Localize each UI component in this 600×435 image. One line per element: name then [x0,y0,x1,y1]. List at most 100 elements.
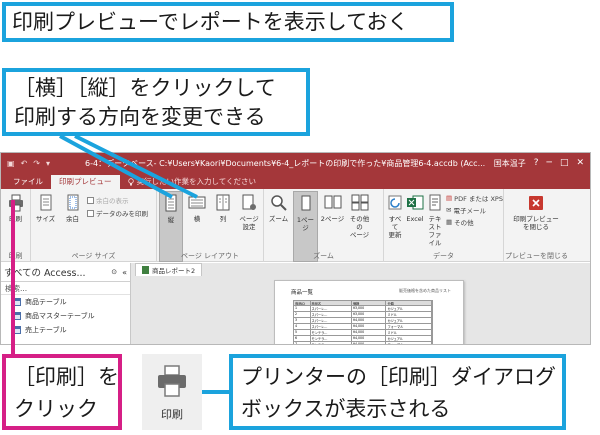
print-callout-line2: クリック [14,397,98,421]
ribbon-tabs: ファイル 印刷プレビュー 実行したい作業を入力してください [1,173,590,189]
nav-item-product-master[interactable]: 商品マスターテーブル [1,309,130,323]
report-cell: スパーレ... [311,318,352,323]
close-preview-group: 印刷プレビュー を閉じる プレビューを閉じる [504,189,569,262]
page-size-group: サイズ 余白 余白の表示 データのみを印刷 ページ サイズ [31,189,157,262]
landscape-icon [188,196,206,209]
refresh-label-2: 更新 [388,231,402,239]
print-callout: ［印刷］を クリック [2,354,122,430]
report-subtitle: 販売価格を含めた商品リスト [399,288,451,293]
report-cell: 3 [294,318,311,323]
report-cell: 1 [294,306,311,311]
report-cell: スパーレ... [311,312,352,317]
show-margin-checkbox[interactable] [87,196,94,204]
tell-me-text: 実行したい作業を入力してください [136,177,257,186]
report-cell: ミドル [386,312,432,317]
size-label: サイズ [35,215,56,223]
report-cell: ¥4,000 [352,330,387,335]
pdf-xps-option[interactable]: ▤ PDF または XPS [446,193,503,203]
help-icon[interactable]: ? [534,158,539,168]
close-preview-group-label: プレビューを閉じる [505,252,568,260]
report-cell: モンテラ... [311,336,352,341]
report-cell: ¥3,000 [352,312,387,317]
maximize-icon[interactable]: □ [560,158,569,168]
undo-icon[interactable]: ↶ [21,159,28,168]
report-cell: ミドル [386,330,432,335]
dropdown-icon[interactable]: ⊙ [109,268,119,276]
report-cell: モンテラ... [311,342,352,344]
report-cell: ¥4,000 [352,324,387,329]
show-margin-option[interactable]: 余白の表示 [87,195,148,205]
zoom-group: ズーム 1ページ 2ページ その他の ページ ズーム [264,189,384,262]
report-cell: ¥4,000 [352,336,387,341]
data-group: すべて 更新 Excel テキスト ファイル ▤ PDF または XPS ✉ 電子メ… [384,189,504,262]
zoom-group-label: ズーム [313,252,334,260]
margins-icon [67,194,78,211]
print-group: 印刷 印刷 [1,189,31,262]
orientation-callout-line1: ［横］［縦］をクリックして [14,76,276,100]
nav-search-input[interactable]: 検索... [1,282,130,295]
document-tab[interactable]: 商品レポート2 [135,263,203,276]
report-cell: スパーレ... [311,324,352,329]
nav-item-sales[interactable]: 売上テーブル [1,323,130,337]
page-setup-label-1: ページ [239,215,259,223]
minimize-icon[interactable]: ─ [547,158,552,168]
two-page-label: 2ページ [320,215,345,223]
text-file-label-2: ファイル [428,231,442,247]
zoom-label: ズーム [268,215,289,223]
report-cell: カジュアル [386,318,432,323]
navigation-pane: すべての Access... ⊙ « 検索... 商品テーブル 商品マスターテー… [1,263,131,344]
user-name[interactable]: 国本温子 [486,158,534,169]
portrait-icon [165,194,177,212]
page-setup-label-2: 設定 [242,223,256,231]
show-margin-label: 余白の表示 [96,197,129,205]
nav-header[interactable]: すべての Access... ⊙ « [1,263,130,282]
data-only-option[interactable]: データのみを印刷 [87,208,148,218]
email-option[interactable]: ✉ 電子メール [446,205,503,215]
report-cell: ¥4,000 [352,342,387,344]
title-bar: ▣ ↶ ↷ ▾ 6-4：データベース- C:¥Users¥Kaori¥Docum… [1,153,590,173]
dialog-callout: プリンターの［印刷］ダイアログ ボックスが表示される [229,354,566,430]
orientation-callout: ［横］［縦］をクリックして 印刷する方向を変更できる [2,68,310,136]
pdf-icon: ▤ [446,194,453,202]
nav-item-products[interactable]: 商品テーブル [1,295,130,309]
instruction-callout: 印刷プレビューでレポートを表示しておく [2,2,454,42]
excel-label: Excel [406,215,424,223]
close-icon[interactable]: ✕ [576,158,584,168]
window-controls: ? ─ □ ✕ [534,158,590,168]
report-cell: 6 [294,336,311,341]
columns-label: 列 [219,215,227,223]
more-pages-label-1: その他の [349,215,370,231]
print-callout-line1: ［印刷］を [14,365,119,389]
report-table: 商品ID 商品名 価格 分類 1 スパーレ... ¥3,000 カジュアル 2 スパーレ... ¥3… [293,300,433,344]
tab-print-preview[interactable]: 印刷プレビュー [51,175,120,189]
save-icon[interactable]: ▣ [7,159,15,168]
collapse-icon[interactable]: « [119,268,130,277]
tell-me-box[interactable]: 実行したい作業を入力してください [120,174,265,189]
dialog-callout-line2: ボックスが表示される [241,397,451,421]
customize-icon[interactable]: ▾ [46,159,50,168]
report-title: 商品一覧 [291,290,314,296]
report-icon [142,266,149,274]
nav-item-label: 売上テーブル [25,326,67,334]
columns-icon [216,194,230,211]
text-file-icon [429,194,441,211]
close-preview-icon [529,196,543,210]
close-preview-label-1: 印刷プレビュー [513,215,559,223]
report-cell: カジュアル [386,336,432,341]
tab-file[interactable]: ファイル [5,175,51,189]
data-group-label: データ [433,252,454,260]
more-label: その他 [454,219,474,227]
printer-icon [158,365,186,397]
report-cell: 商品ID [294,301,311,305]
report-cell: 5 [294,330,311,335]
page-layout-group-label: ページ レイアウト [180,252,240,260]
data-only-checkbox[interactable] [87,209,94,217]
work-area: すべての Access... ⊙ « 検索... 商品テーブル 商品マスターテー… [1,263,590,344]
one-page-icon [301,195,310,211]
more-option[interactable]: ▦ その他 [446,217,503,227]
redo-icon[interactable]: ↷ [33,159,40,168]
multiple-pages-icon [351,194,368,211]
quick-access-toolbar: ▣ ↶ ↷ ▾ [1,159,81,168]
table-icon [13,298,21,306]
page-size-group-label: ページ サイズ [71,252,116,260]
